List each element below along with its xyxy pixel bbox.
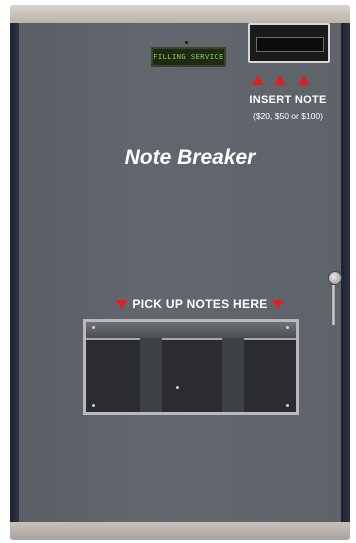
- note-pickup-tray[interactable]: [83, 319, 299, 415]
- accepted-denominations: ($20, $50 or $100): [253, 111, 323, 121]
- tray-divider: [140, 338, 162, 412]
- tray-lip: [86, 322, 296, 340]
- up-arrow-icon: [252, 75, 264, 85]
- screw-icon: [286, 404, 289, 407]
- left-side-trim: [10, 23, 19, 522]
- tray-divider: [222, 338, 244, 412]
- lock-icon[interactable]: [328, 271, 342, 285]
- pickup-notes-label: PICK UP NOTES HERE: [132, 297, 268, 311]
- brand-title: Note Breaker: [124, 146, 256, 169]
- top-cap: [10, 5, 350, 23]
- indicator-pinhole: [185, 41, 188, 44]
- lcd-display-text: FILLING SERVICE: [153, 53, 224, 61]
- pickup-label-row: PICK UP NOTES HERE: [90, 297, 310, 311]
- screw-icon: [92, 326, 95, 329]
- bottom-cap: [10, 522, 350, 540]
- up-arrow-icon: [298, 75, 310, 85]
- lcd-display: FILLING SERVICE: [151, 47, 226, 67]
- screw-icon: [176, 386, 179, 389]
- down-arrow-icon: [271, 299, 284, 309]
- insert-note-label: INSERT NOTE: [249, 94, 327, 106]
- down-arrow-icon: [116, 299, 129, 309]
- note-breaker-machine: FILLING SERVICE INSERT NOTE ($20, $50 or…: [10, 5, 350, 540]
- screw-icon: [286, 326, 289, 329]
- key-icon: [332, 285, 335, 325]
- note-acceptor-slot[interactable]: [248, 23, 330, 63]
- up-arrow-icon: [274, 75, 286, 85]
- note-slot-opening[interactable]: [256, 37, 324, 52]
- screw-icon: [92, 404, 95, 407]
